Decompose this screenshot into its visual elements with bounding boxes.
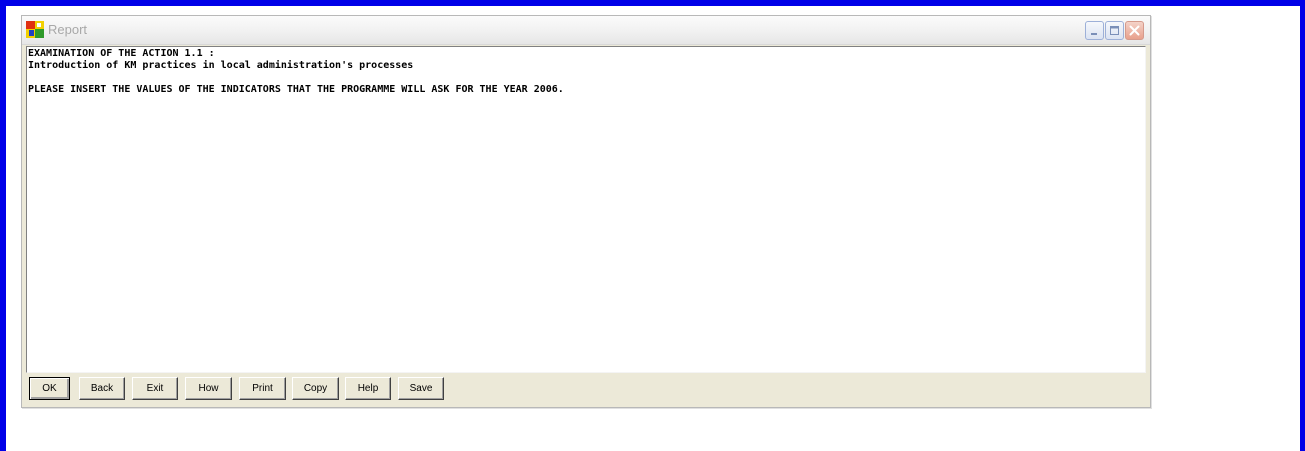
report-text-area[interactable]: EXAMINATION OF THE ACTION 1.1 : Introduc… xyxy=(26,46,1146,373)
title-bar[interactable]: Report xyxy=(22,16,1150,45)
report-line-instruction: PLEASE INSERT THE VALUES OF THE INDICATO… xyxy=(28,84,564,95)
report-line-subtitle: Introduction of KM practices in local ad… xyxy=(28,60,414,71)
app-icon xyxy=(26,21,44,38)
copy-button[interactable]: Copy xyxy=(292,377,339,400)
maximize-button[interactable] xyxy=(1105,21,1124,40)
maximize-icon xyxy=(1110,26,1119,35)
button-bar: OK Back Exit How Print Copy Help Save xyxy=(22,375,1150,407)
report-text: EXAMINATION OF THE ACTION 1.1 : Introduc… xyxy=(28,48,564,96)
minimize-icon xyxy=(1091,33,1097,35)
back-button[interactable]: Back xyxy=(79,377,125,400)
exit-button[interactable]: Exit xyxy=(132,377,178,400)
save-button[interactable]: Save xyxy=(398,377,444,400)
close-button[interactable] xyxy=(1125,21,1144,40)
ok-button[interactable]: OK xyxy=(29,377,70,400)
report-window: Report EXAMINATION OF THE ACTION 1.1 : I… xyxy=(21,15,1151,408)
how-button[interactable]: How xyxy=(185,377,232,400)
print-button[interactable]: Print xyxy=(239,377,286,400)
minimize-button[interactable] xyxy=(1085,21,1104,40)
help-button[interactable]: Help xyxy=(345,377,391,400)
window-title: Report xyxy=(48,22,88,37)
report-line-heading: EXAMINATION OF THE ACTION 1.1 : xyxy=(28,48,215,59)
close-icon xyxy=(1129,25,1140,36)
